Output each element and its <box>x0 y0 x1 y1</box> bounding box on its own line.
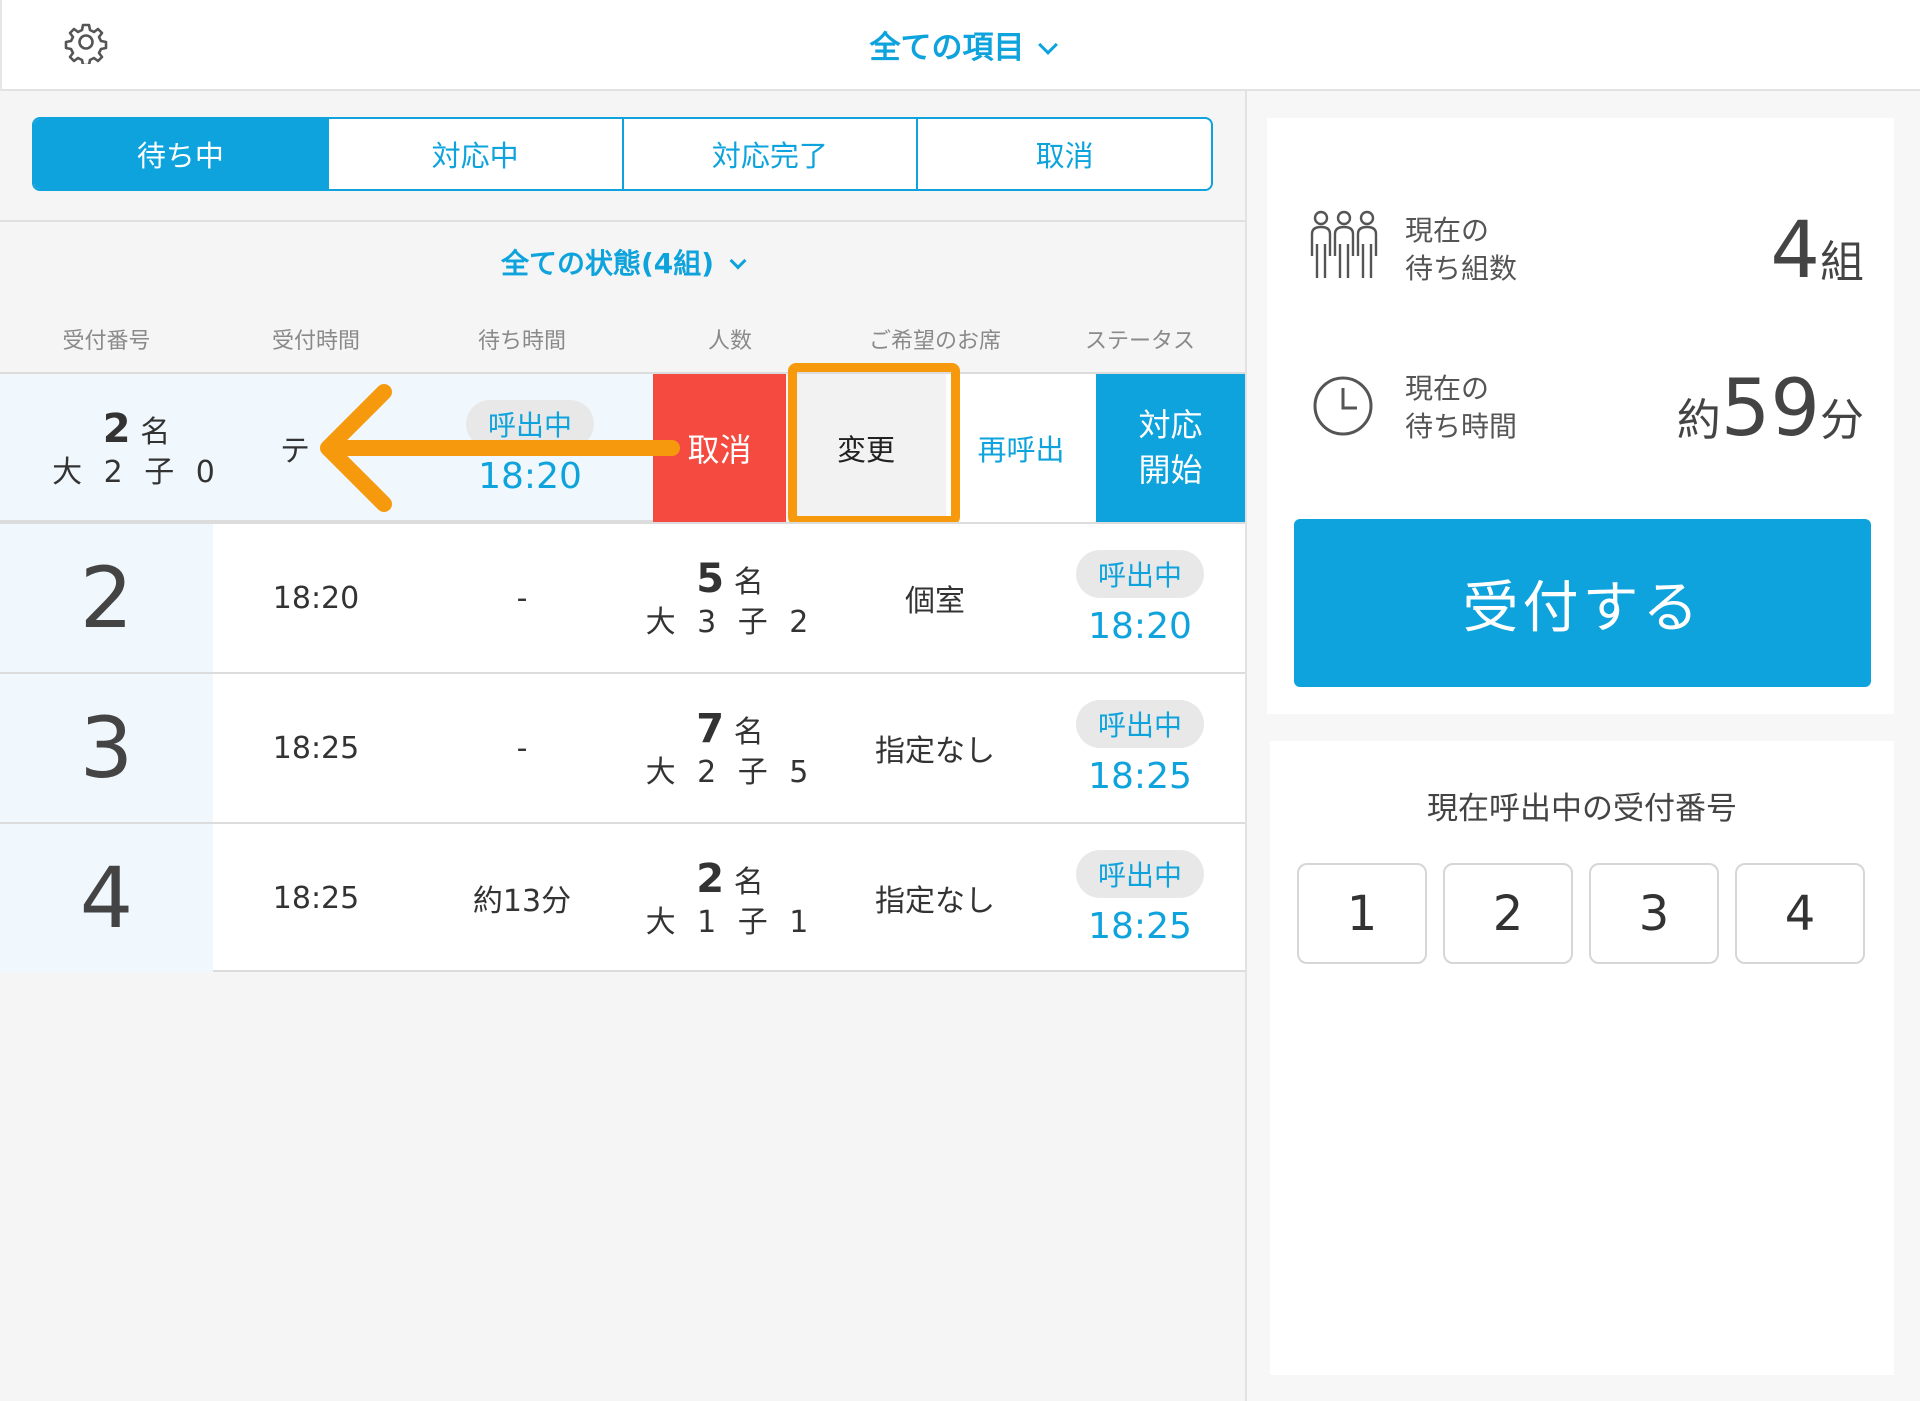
calling-number-box[interactable]: 1 <box>1297 863 1427 964</box>
people-unit: 名 <box>733 865 764 901</box>
reception-time: 18:25 <box>272 880 360 916</box>
clock-icon <box>1313 376 1373 436</box>
status-time: 18:20 <box>1088 605 1192 647</box>
panel-divider <box>1245 91 1247 1401</box>
start-service-button[interactable]: 対応 開始 <box>1096 374 1245 522</box>
people-breakdown: 大 2 子 5 <box>645 755 815 791</box>
waiting-groups-value: 4組 <box>1770 206 1864 296</box>
table-row[interactable]: 4 18:25 約13分 2 名 大 1 子 1 指定なし 呼出中 18:25 <box>0 822 1245 972</box>
tab-in-progress[interactable]: 対応中 <box>326 119 622 189</box>
people-cell: 7 名 大 2 子 5 <box>625 674 835 822</box>
state-filter-label: 全ての状態(4組) <box>500 247 715 280</box>
wait-time: - <box>516 730 528 766</box>
swiped-row-content: 2 名 大 2 子 0 テ 呼出中 18:20 <box>0 374 653 522</box>
column-header-time: 受付時間 <box>271 329 360 354</box>
people-breakdown: 大 2 子 0 <box>52 455 221 491</box>
people-cell: 5 名 大 3 子 2 <box>625 524 835 672</box>
queue-panel: 待ち中 対応中 対応完了 取消 全ての状態(4組) 受付番号 受付時間 待ち時間… <box>0 91 1245 1401</box>
column-header-wait: 待ち時間 <box>477 329 566 354</box>
table-row[interactable]: 3 18:25 - 7 名 大 2 子 5 指定なし 呼出中 18:25 <box>0 672 1245 822</box>
state-filter[interactable]: 全ての状態(4組) <box>0 242 1245 282</box>
table-row[interactable]: 2 18:20 - 5 名 大 3 子 2 個室 呼出中 18:20 <box>0 522 1245 672</box>
waiting-groups-unit: 組 <box>1820 237 1864 288</box>
column-header-status: ステータス <box>1084 329 1195 354</box>
start-service-label: 対応 開始 <box>1138 406 1203 489</box>
recall-button[interactable]: 再呼出 <box>946 374 1096 522</box>
seat-preference: 個室 <box>905 584 965 619</box>
summary-card: 現在の 待ち組数 4組 現在の 待ち時間 約59分 受付する <box>1267 118 1894 714</box>
reception-number: 2 <box>0 524 213 672</box>
seat-preference: 指定なし <box>875 884 995 919</box>
status-cell: 呼出中 18:25 <box>1035 824 1245 972</box>
reception-number: 3 <box>0 674 213 822</box>
status-cell: 呼出中 18:20 <box>1035 524 1245 672</box>
status-time: 18:25 <box>1088 755 1192 797</box>
item-selector-label: 全ての項目 <box>869 30 1025 66</box>
table-row-swiped[interactable]: 2 名 大 2 子 0 テ 呼出中 18:20 取消 変更 再呼出 対応 開始 <box>0 372 1245 522</box>
calling-number-box[interactable]: 4 <box>1735 863 1865 964</box>
time-cell-partial: テ <box>280 434 310 469</box>
people-unit: 名 <box>733 715 764 751</box>
seat-preference: 指定なし <box>875 734 995 769</box>
tab-waiting[interactable]: 待ち中 <box>34 119 327 189</box>
people-count: 2 <box>102 406 131 453</box>
item-selector[interactable]: 全ての項目 <box>2 22 1920 67</box>
tab-cancelled[interactable]: 取消 <box>916 119 1211 189</box>
status-badge: 呼出中 <box>1075 699 1204 748</box>
status-time: 18:25 <box>1088 905 1192 947</box>
cancel-button[interactable]: 取消 <box>653 374 786 522</box>
status-badge: 呼出中 <box>1075 849 1204 898</box>
reception-number: 4 <box>0 824 213 972</box>
people-cell: 2 名 大 2 子 0 <box>40 374 233 522</box>
waiting-time-value: 約59分 <box>1677 364 1864 454</box>
people-breakdown: 大 1 子 1 <box>645 905 815 941</box>
wait-time: - <box>516 580 528 616</box>
status-cell: 呼出中 18:20 <box>440 374 620 522</box>
calling-number-box[interactable]: 3 <box>1589 863 1719 964</box>
divider <box>0 220 1245 222</box>
people-unit: 名 <box>140 415 171 451</box>
waiting-time-number: 59 <box>1720 364 1820 454</box>
calling-numbers-title: 現在呼出中の受付番号 <box>1427 791 1737 827</box>
waiting-time-prefix: 約 <box>1676 395 1721 446</box>
people-cell: 2 名 大 1 子 1 <box>625 824 835 972</box>
status-cell: 呼出中 18:25 <box>1035 674 1245 822</box>
wait-time: 約13分 <box>472 884 572 919</box>
reception-time: 18:20 <box>272 580 360 616</box>
people-group-icon <box>1310 210 1378 278</box>
status-tabs: 待ち中 対応中 対応完了 取消 <box>32 117 1213 191</box>
calling-numbers-card: 現在呼出中の受付番号 1 2 3 4 <box>1270 741 1894 1375</box>
accept-button[interactable]: 受付する <box>1294 519 1871 687</box>
people-count: 2 <box>696 856 725 903</box>
people-unit: 名 <box>733 565 764 601</box>
app-root: 全ての項目 待ち中 対応中 対応完了 取消 全ての状態(4組) 受付番号 受付時… <box>0 0 1920 1401</box>
people-count: 5 <box>696 556 725 603</box>
waiting-groups-label: 現在の 待ち組数 <box>1405 214 1518 285</box>
waiting-groups-number: 4 <box>1770 206 1820 296</box>
waiting-time-unit: 分 <box>1820 395 1864 446</box>
chevron-down-icon <box>729 252 747 270</box>
calling-number-box[interactable]: 2 <box>1443 863 1573 964</box>
people-breakdown: 大 3 子 2 <box>645 605 815 641</box>
top-bar: 全ての項目 <box>0 0 1920 91</box>
waiting-time-label: 現在の 待ち時間 <box>1405 372 1518 443</box>
column-header-people: 人数 <box>707 329 752 354</box>
status-time: 18:20 <box>478 455 582 497</box>
people-count: 7 <box>696 706 725 753</box>
status-badge: 呼出中 <box>465 399 594 448</box>
tab-completed[interactable]: 対応完了 <box>621 119 917 189</box>
column-header-number: 受付番号 <box>62 329 151 354</box>
column-header-seat: ご希望のお席 <box>868 329 1001 354</box>
column-headers: 受付番号 受付時間 待ち時間 人数 ご希望のお席 ステータス <box>0 323 1245 363</box>
waiting-groups-stat: 現在の 待ち組数 4組 <box>1267 206 1894 296</box>
reception-time: 18:25 <box>272 730 360 766</box>
waiting-time-stat: 現在の 待ち時間 約59分 <box>1267 364 1894 454</box>
highlight-frame <box>788 363 960 525</box>
chevron-down-icon <box>1037 35 1058 55</box>
status-badge: 呼出中 <box>1075 549 1204 598</box>
